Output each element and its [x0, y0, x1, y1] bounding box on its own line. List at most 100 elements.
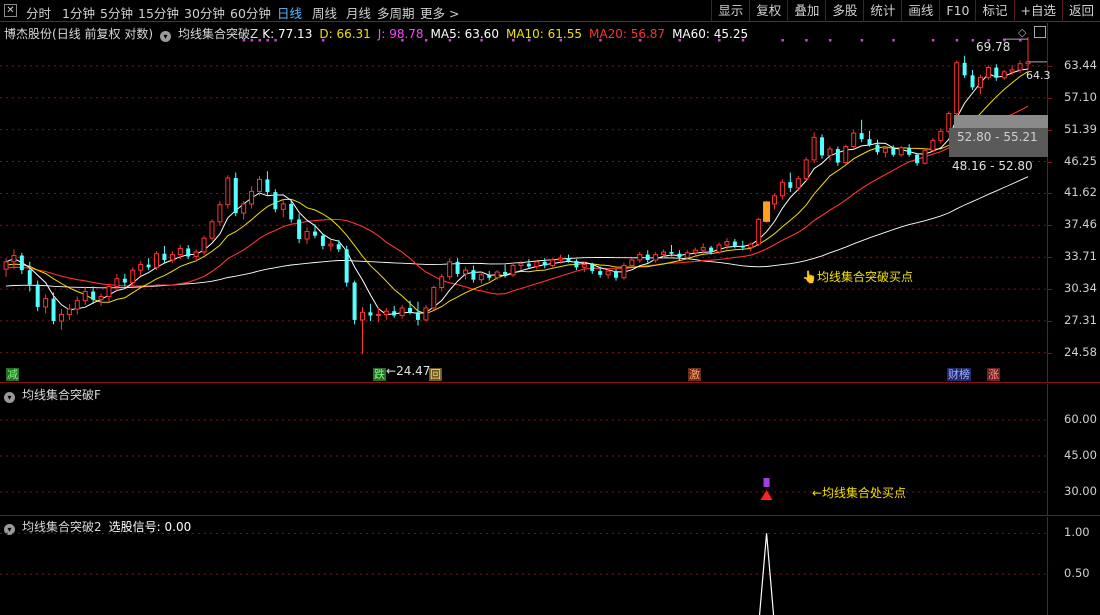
period-tab-0[interactable]: 分时 [26, 3, 51, 22]
price-range-upper-box [954, 115, 1048, 128]
candle-body [614, 271, 619, 278]
candle [994, 64, 999, 81]
candle-body [138, 264, 144, 271]
toolbar-button-8[interactable]: +自选 [1013, 0, 1062, 22]
candlestick-chart[interactable] [0, 23, 1047, 383]
period-tab-8[interactable]: 月线 [346, 3, 371, 22]
candle-body [1001, 71, 1007, 79]
period-tab-1[interactable]: 1分钟 [62, 3, 95, 22]
candle-body [265, 179, 270, 193]
candle [930, 137, 936, 153]
candle-body [98, 296, 104, 301]
candle-body [558, 257, 564, 261]
toolbar-button-5[interactable]: 画线 [901, 0, 939, 22]
period-tab-5[interactable]: 60分钟 [230, 3, 271, 22]
candle-body [408, 308, 413, 313]
candle [431, 285, 437, 311]
toolbar-button-1[interactable]: 复权 [749, 0, 787, 22]
toolbar-button-4[interactable]: 统计 [863, 0, 901, 22]
candle-body [82, 290, 88, 302]
candle [985, 65, 991, 80]
candle-body [43, 298, 49, 308]
period-tab-7[interactable]: 周线 [312, 3, 337, 22]
period-tab-10[interactable]: 更多 > [420, 3, 459, 22]
candle [550, 258, 556, 268]
candle [851, 130, 857, 150]
candle [304, 227, 310, 245]
signal-dot [971, 39, 975, 42]
candle-body [368, 312, 373, 316]
signal-bar [763, 478, 770, 487]
candle-body [399, 307, 405, 317]
toolbar-button-7[interactable]: 标记 [975, 0, 1013, 22]
candle-body [518, 263, 524, 266]
candle [803, 157, 809, 181]
y-tick-mark [1047, 257, 1052, 259]
candle-body [994, 67, 999, 78]
y-tick-label: 63.44 [1064, 57, 1097, 72]
event-badge[interactable]: 涨 [987, 368, 1000, 381]
candle-body [803, 159, 809, 180]
candle-body [177, 247, 183, 256]
y-tick-label: 37.46 [1064, 217, 1097, 232]
candle-body [114, 278, 120, 288]
candle [756, 217, 762, 246]
candle [478, 272, 484, 284]
candle-body [193, 251, 199, 257]
toolbar-button-0[interactable]: 显示 [711, 0, 749, 22]
toolbar-button-6[interactable]: F10 [939, 0, 975, 22]
candle-body [66, 308, 72, 315]
candle-body [510, 264, 516, 276]
candle-body [297, 219, 302, 240]
candle [265, 171, 270, 196]
candle-body [970, 75, 975, 88]
candle-body [122, 278, 127, 283]
candle-body [542, 261, 547, 266]
period-tab-3[interactable]: 15分钟 [138, 3, 179, 22]
candle [66, 303, 72, 320]
candle [494, 270, 500, 280]
candle-body [915, 154, 920, 164]
candle [788, 172, 793, 193]
candle-body [415, 312, 420, 320]
candle-body [217, 204, 223, 223]
period-tab-4[interactable]: 30分钟 [184, 3, 225, 22]
event-badge[interactable]: 财榜 [947, 368, 971, 381]
y-tick-label: 24.58 [1064, 344, 1097, 359]
candle [273, 189, 278, 213]
toolbar-button-2[interactable]: 叠加 [787, 0, 825, 22]
event-badge[interactable]: 回 [429, 368, 442, 381]
y-tick-mark [1047, 65, 1052, 67]
candle [574, 259, 579, 271]
candle [35, 280, 40, 312]
event-badge[interactable]: 减 [6, 368, 19, 381]
panel-f-y-axis [1047, 384, 1048, 516]
toolbar-button-3[interactable]: 多股 [825, 0, 863, 22]
event-badge[interactable]: 激 [688, 368, 701, 381]
candle [352, 280, 357, 325]
event-badge[interactable]: 跌 [373, 368, 386, 381]
candle [43, 294, 49, 314]
period-tab-9[interactable]: 多周期 [377, 3, 415, 22]
candle-body [375, 313, 381, 317]
candle [637, 251, 643, 263]
toolbar-button-9[interactable]: 返回 [1061, 0, 1100, 22]
period-tab-2[interactable]: 5分钟 [100, 3, 133, 22]
candle [138, 260, 144, 276]
candle [360, 306, 366, 355]
signal-dot [527, 39, 531, 42]
period-tab-6[interactable]: 日线 [277, 3, 302, 22]
candle-body [709, 247, 714, 252]
signal-dot [266, 39, 269, 42]
close-icon[interactable]: ✕ [4, 4, 17, 17]
candle-body [653, 254, 659, 261]
candle-body [169, 254, 175, 261]
y-tick-mark [1047, 97, 1052, 99]
y-tick-label: 41.62 [1064, 185, 1097, 200]
candle [827, 146, 833, 161]
candle-body [954, 62, 960, 115]
candle-body [209, 221, 215, 239]
candle-body [677, 253, 682, 258]
signal-dot [512, 39, 515, 42]
candle [225, 175, 231, 209]
